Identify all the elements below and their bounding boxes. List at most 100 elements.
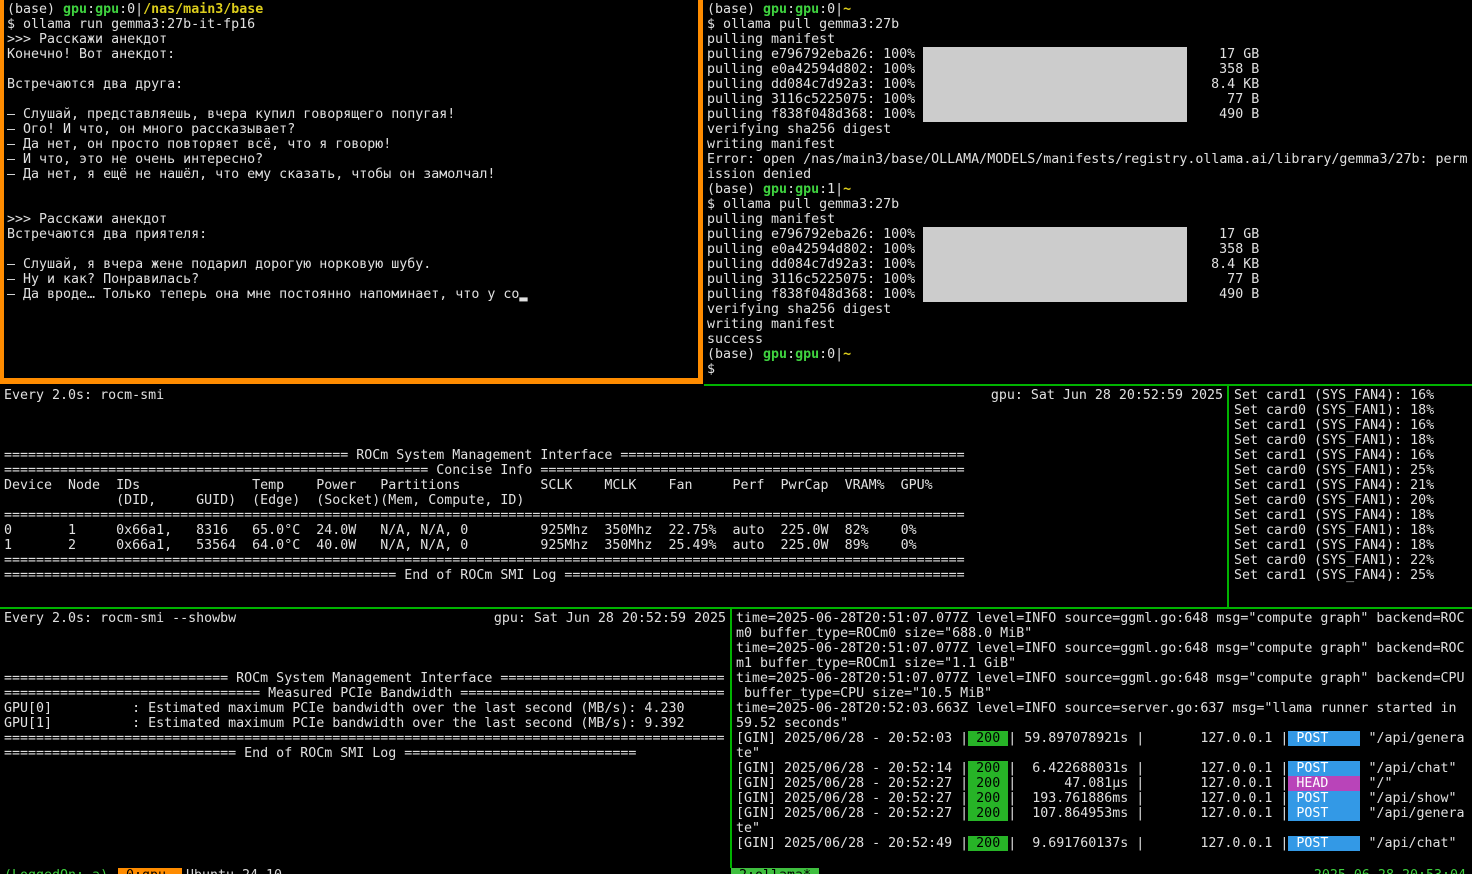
pane-ollama-chat-terminal[interactable]: (base) gpu:gpu:0|/nas/main3/base $ ollama… <box>0 0 703 384</box>
text-segment: m1 buffer_type=ROCm1 size="1.1 GiB" <box>736 656 1017 671</box>
text-segment: Конечно! Вот анекдот: <box>7 47 176 62</box>
prompt-host: gpu <box>795 2 820 17</box>
method-badge: POST <box>1288 806 1361 821</box>
pane-ollama-pull-terminal[interactable]: (base) gpu:gpu:0|~ $ ollama pull gemma3:2… <box>704 0 1472 384</box>
text-segment: GPU[1] : Estimated maximum PCIe bandwidt… <box>4 716 685 731</box>
text-segment: Device Node IDs Temp Power Partitions SC… <box>4 478 933 493</box>
text-segment: ========================================… <box>4 448 965 463</box>
terminal-line: [GIN] 2025/06/28 - 20:52:27 | 200 | 193.… <box>736 791 1472 806</box>
prompt-exit-code: :0 <box>119 2 136 17</box>
text-segment: | <box>835 2 844 17</box>
text-segment: Set card0 (SYS_FAN1): 25% <box>1234 463 1435 478</box>
terminal-line: Set card1 (SYS_FAN4): 16% <box>1234 388 1472 403</box>
text-segment: | 107.864953ms | 127.0.0.1 | <box>1008 806 1289 821</box>
text-segment: ========================================… <box>4 553 965 568</box>
status-badge: 200 <box>968 806 1009 821</box>
text-segment: — Слушай, я вчера жене подарил дорогую н… <box>7 257 432 272</box>
text-segment: pulling e796792eba26: 100% <box>707 47 924 62</box>
text-segment: | 47.081µs | 127.0.0.1 | <box>1008 776 1289 791</box>
prompt-exit-code: :1 <box>819 182 836 197</box>
text-segment: te" <box>736 746 761 761</box>
text-segment: 8.4 KB <box>1187 257 1260 272</box>
terminal-line: Set card1 (SYS_FAN4): 16% <box>1234 418 1472 433</box>
terminal-line: Set card0 (SYS_FAN1): 18% <box>1234 403 1472 418</box>
terminal-line: writing manifest <box>707 317 1472 332</box>
text-segment: time=2025-06-28T20:52:03.663Z level=INFO… <box>736 701 1457 716</box>
window-tab-0[interactable]: 0:gpu- <box>118 868 183 874</box>
text-segment: pulling dd084c7d92a3: 100% <box>707 77 924 92</box>
terminal-line: Set card1 (SYS_FAN4): 16% <box>1234 448 1472 463</box>
text-segment: Error: open /nas/main3/base/OLLAMA/MODEL… <box>707 152 1468 167</box>
text-segment: ============================ ROCm System… <box>4 671 725 686</box>
terminal-line: Device Node IDs Temp Power Partitions SC… <box>4 478 1223 493</box>
text-segment: pulling e796792eba26: 100% <box>707 227 924 242</box>
text-segment: ============================= End of ROC… <box>4 746 637 761</box>
terminal-line: time=2025-06-28T20:52:03.663Z level=INFO… <box>736 701 1472 716</box>
text-segment: 490 B <box>1187 107 1260 122</box>
prompt-user: gpu <box>63 2 88 17</box>
prompt-user: gpu <box>763 347 788 362</box>
terminal-line: verifying sha256 digest <box>707 302 1472 317</box>
terminal-line: Set card0 (SYS_FAN1): 22% <box>1234 553 1472 568</box>
method-badge: POST <box>1288 791 1361 806</box>
pane-watch-rocm-smi[interactable]: Every 2.0s: rocm-smi gpu: Sat Jun 28 20:… <box>0 386 1227 607</box>
text-segment: Set card0 (SYS_FAN1): 20% <box>1234 493 1435 508</box>
text-segment: pulling manifest <box>707 32 836 47</box>
text-segment: time=2025-06-28T20:51:07.077Z level=INFO… <box>736 671 1465 686</box>
text-segment: — И что, это не очень интересно? <box>7 152 264 167</box>
progress-bar-fill <box>923 77 1188 92</box>
text-segment: $ ollama pull gemma3:27b <box>707 17 900 32</box>
prompt-exit-code: :0 <box>819 2 836 17</box>
terminal-output: ========================================… <box>4 403 1223 583</box>
pane-ollama-server-log[interactable]: time=2025-06-28T20:51:07.077Z level=INFO… <box>733 609 1472 868</box>
terminal-line: ========================================… <box>4 448 1223 463</box>
status-badge: 200 <box>968 836 1009 851</box>
status-clock: 2025-06-28 20:53:04 <box>1314 868 1466 874</box>
pane-fan-control-log[interactable]: Set card1 (SYS_FAN4): 16% Set card0 (SYS_… <box>1230 386 1472 607</box>
terminal-line: ============================= End of ROC… <box>4 746 726 761</box>
status-badge: 200 <box>968 731 1009 746</box>
prompt-user: gpu <box>763 182 788 197</box>
terminal-line: ========================================… <box>4 463 1223 478</box>
text-segment: Set card0 (SYS_FAN1): 22% <box>1234 553 1435 568</box>
text-segment: writing manifest <box>707 137 836 152</box>
text-segment: | <box>835 182 844 197</box>
text-segment: pulling dd084c7d92a3: 100% <box>707 257 924 272</box>
text-segment: time=2025-06-28T20:51:07.077Z level=INFO… <box>736 641 1465 656</box>
text-segment: Set card1 (SYS_FAN4): 25% <box>1234 568 1435 583</box>
text-segment: (base) <box>707 347 764 362</box>
text-segment: 490 B <box>1187 287 1260 302</box>
terminal-line: [GIN] 2025/06/28 - 20:52:03 | 200 | 59.8… <box>736 731 1472 746</box>
terminal-line: ========================================… <box>4 508 1223 523</box>
text-segment: (base) <box>7 2 64 17</box>
text-segment: Set card1 (SYS_FAN4): 16% <box>1234 388 1435 403</box>
watch-host-timestamp: gpu: Sat Jun 28 20:52:59 2025 <box>493 611 726 626</box>
terminal-line: time=2025-06-28T20:51:07.077Z level=INFO… <box>736 641 1472 656</box>
text-segment: pulling e0a42594d802: 100% <box>707 62 924 77</box>
terminal-line: time=2025-06-28T20:51:07.077Z level=INFO… <box>736 611 1472 626</box>
terminal-line: pulling manifest <box>707 32 1472 47</box>
terminal-line: (base) gpu:gpu:0|/nas/main3/base <box>7 2 698 17</box>
window-tab-2[interactable]: 2:ollama* <box>731 868 820 874</box>
terminal-line: pulling f838f048d368: 100% 490 B <box>707 287 1472 302</box>
pane-watch-rocm-smi-showbw[interactable]: Every 2.0s: rocm-smi --showbw gpu: Sat J… <box>0 609 730 868</box>
progress-bar-fill <box>923 272 1188 287</box>
terminal-line: pulling e0a42594d802: 100% 358 B <box>707 62 1472 77</box>
terminal-line: pulling e796792eba26: 100% 17 GB <box>707 47 1472 62</box>
window-tab-1[interactable]: Ubuntu 24.10 <box>186 868 282 874</box>
terminal-line: [GIN] 2025/06/28 - 20:52:27 | 200 | 47.0… <box>736 776 1472 791</box>
terminal-line: buffer_type=CPU size="10.5 MiB" <box>736 686 1472 701</box>
pane-divider-vertical-bottom <box>730 609 732 868</box>
text-segment: $ ollama pull gemma3:27b <box>707 197 900 212</box>
method-badge: HEAD <box>1288 776 1361 791</box>
tmux-screen: (base) gpu:gpu:0|/nas/main3/base $ ollama… <box>0 0 1472 874</box>
status-badge: 200 <box>968 791 1009 806</box>
text-segment: ========================================… <box>4 508 965 523</box>
terminal-line: GPU[1] : Estimated maximum PCIe bandwidt… <box>4 716 726 731</box>
terminal-line: — Слушай, представляешь, вчера купил гов… <box>7 107 698 122</box>
prompt-path: ~ <box>843 347 852 362</box>
terminal-output: ============================ ROCm System… <box>4 626 726 761</box>
terminal-line: $ ollama run gemma3:27b-it-fp16 <box>7 17 698 32</box>
